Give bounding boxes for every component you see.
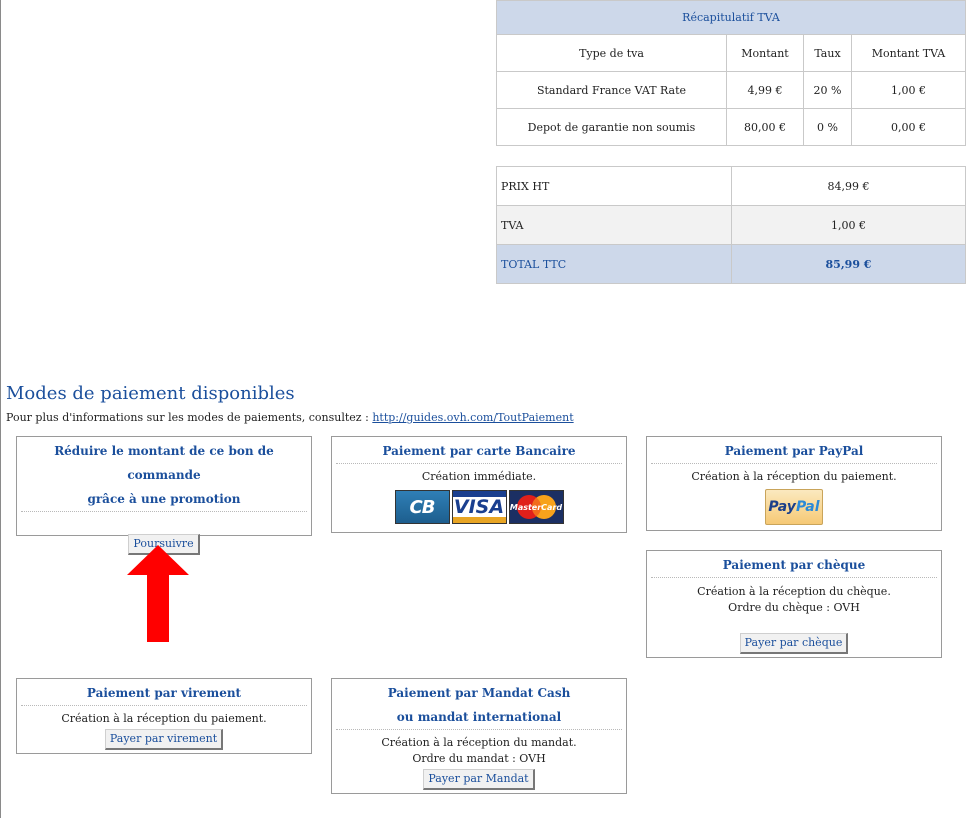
table-row: Standard France VAT Rate 4,99 € 20 % 1,0… (496, 71, 966, 109)
red-arrow-up-icon (127, 545, 189, 642)
mandat-payment-title: Paiement par Mandat Cash ou mandat inter… (336, 681, 622, 730)
tva-label: TVA (496, 205, 732, 245)
payment-info-line: Pour plus d'informations sur les modes d… (6, 411, 574, 424)
payer-par-mandat-button[interactable]: Payer par Mandat (423, 769, 535, 790)
table-row: Depot de garantie non soumis 80,00 € 0 %… (496, 108, 966, 146)
vat-tax-cell: 1,00 € (851, 71, 966, 109)
total-ttc-row: TOTAL TTC 85,99 € (496, 244, 966, 284)
vat-type-cell: Standard France VAT Rate (496, 71, 727, 109)
mandat-title-line1: Paiement par Mandat Cash (387, 686, 571, 700)
virement-payment-box: Paiement par virement Création à la réce… (16, 678, 312, 754)
payment-methods-heading: Modes de paiement disponibles (6, 383, 295, 404)
visa-card-icon[interactable]: VISA (451, 490, 507, 524)
mandat-title-line2: ou mandat international (396, 710, 562, 724)
vat-type-cell: Depot de garantie non soumis (496, 108, 727, 146)
mandat-order-text: Ordre du mandat : OVH (412, 752, 546, 765)
mandat-payment-text: Création à la réception du mandat. (381, 736, 577, 749)
paypal-payment-box: Paiement par PayPal Création à la récept… (646, 436, 942, 531)
payer-par-cheque-button[interactable]: Payer par chèque (739, 633, 849, 654)
payment-guide-link[interactable]: http://guides.ovh.com/ToutPaiement (372, 411, 573, 424)
paypal-payment-title: Paiement par PayPal (651, 439, 937, 464)
payer-par-virement-button[interactable]: Payer par virement (104, 729, 224, 750)
card-payment-text: Création immédiate. (421, 470, 537, 483)
col-taux: Taux (803, 34, 852, 72)
paypal-logo-button[interactable]: PayPal (765, 489, 823, 525)
total-ttc-label: TOTAL TTC (496, 244, 732, 284)
promotion-title-line2: grâce à une promotion (87, 492, 241, 506)
promotion-box: Réduire le montant de ce bon de commande… (16, 436, 312, 555)
vat-amount-cell: 4,99 € (726, 71, 804, 109)
virement-payment-text: Création à la réception du paiement. (61, 712, 267, 725)
visa-logo-text: VISA (453, 496, 505, 518)
promotion-title: Réduire le montant de ce bon de commande… (21, 439, 307, 512)
virement-payment-title: Paiement par virement (21, 681, 307, 706)
tva-value: 1,00 € (731, 205, 966, 245)
col-montant-tva: Montant TVA (851, 34, 966, 72)
vat-amount-cell: 80,00 € (726, 108, 804, 146)
total-ttc-value: 85,99 € (731, 244, 966, 284)
cheque-payment-text: Création à la réception du chèque. (697, 585, 891, 598)
mastercard-logo-text: MasterCard (509, 503, 563, 512)
paypal-payment-text: Création à la réception du paiement. (691, 470, 897, 483)
vat-rate-cell: 0 % (803, 108, 852, 146)
vat-tax-cell: 0,00 € (851, 108, 966, 146)
cb-logo-text: CB (409, 496, 436, 518)
cb-card-icon[interactable]: CB (394, 490, 450, 524)
payment-info-text: Pour plus d'informations sur les modes d… (6, 411, 369, 424)
card-logos: CB VISA MasterCard (332, 490, 626, 524)
visa-bottom-band (452, 517, 506, 523)
totals-table: PRIX HT 84,99 € TVA 1,00 € TOTAL TTC 85,… (496, 166, 966, 284)
vat-column-headers: Type de tva Montant Taux Montant TVA (496, 34, 966, 72)
vat-summary-header-row: Récapitulatif TVA (496, 0, 966, 35)
left-border (0, 0, 1, 818)
card-payment-title: Paiement par carte Bancaire (336, 439, 622, 464)
col-montant: Montant (726, 34, 804, 72)
vat-summary-table: Récapitulatif TVA Type de tva Montant Ta… (496, 0, 966, 146)
cheque-order-text: Ordre du chèque : OVH (728, 601, 860, 614)
col-type-tva: Type de tva (496, 34, 727, 72)
card-payment-box: Paiement par carte Bancaire Création imm… (331, 436, 627, 533)
paypal-logo-part1: Pay (768, 499, 796, 515)
vat-rate-cell: 20 % (803, 71, 852, 109)
vat-summary-title: Récapitulatif TVA (496, 0, 966, 35)
mandat-payment-box: Paiement par Mandat Cash ou mandat inter… (331, 678, 627, 794)
prix-ht-value: 84,99 € (731, 166, 966, 206)
cheque-payment-title: Paiement par chèque (651, 553, 937, 578)
mastercard-card-icon[interactable]: MasterCard (508, 490, 564, 524)
tva-row: TVA 1,00 € (496, 205, 966, 245)
prix-ht-label: PRIX HT (496, 166, 732, 206)
promotion-title-line1: Réduire le montant de ce bon de commande (54, 444, 274, 482)
cheque-payment-box: Paiement par chèque Création à la récept… (646, 550, 942, 658)
prix-ht-row: PRIX HT 84,99 € (496, 166, 966, 206)
paypal-logo-part2: Pal (795, 499, 820, 515)
